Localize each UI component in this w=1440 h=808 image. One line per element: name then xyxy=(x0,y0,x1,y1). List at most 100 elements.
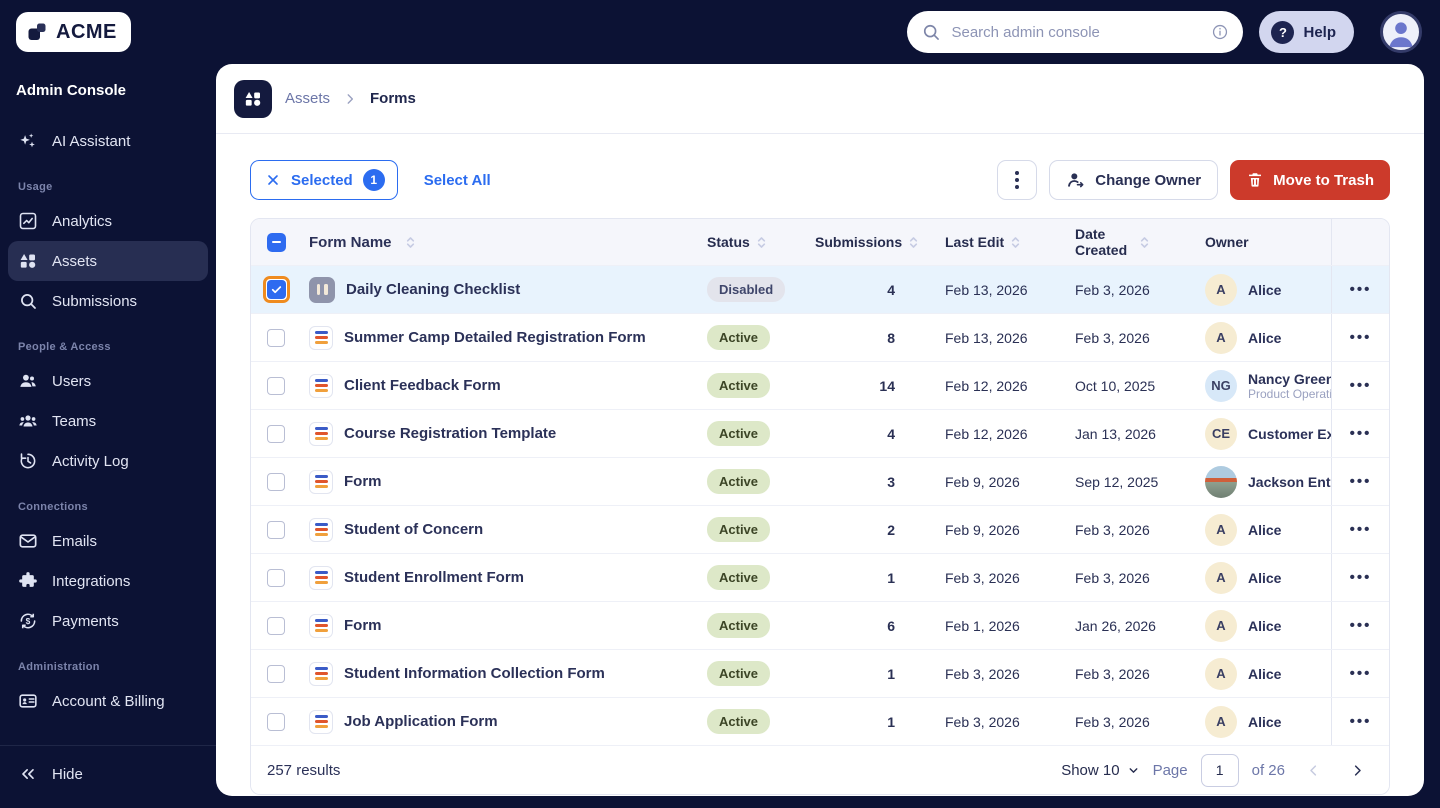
row-checkbox[interactable] xyxy=(267,568,285,587)
payment-icon: $ xyxy=(18,611,38,631)
puzzle-icon xyxy=(18,571,38,591)
row-actions-button[interactable]: ••• xyxy=(1350,426,1372,441)
form-name[interactable]: Student of Concern xyxy=(301,506,691,553)
form-name[interactable]: Daily Cleaning Checklist xyxy=(301,266,691,313)
row-checkbox[interactable] xyxy=(267,376,285,395)
sort-icon[interactable] xyxy=(906,235,921,250)
sidebar-item-account-billing[interactable]: Account & Billing xyxy=(8,681,208,721)
sidebar-item-label: Account & Billing xyxy=(52,692,165,710)
info-icon[interactable] xyxy=(1211,23,1229,41)
owner-cell: A Alice xyxy=(1191,650,1331,697)
sidebar-item-payments[interactable]: $ Payments xyxy=(8,601,208,641)
row-actions-button[interactable]: ••• xyxy=(1350,522,1372,537)
sidebar-item-activity-log[interactable]: Activity Log xyxy=(8,441,208,481)
owner-avatar: A xyxy=(1205,705,1237,738)
sidebar-item-integrations[interactable]: Integrations xyxy=(8,561,208,601)
owner-cell: A Alice xyxy=(1191,506,1331,553)
acme-logo[interactable]: ACME xyxy=(16,12,131,52)
previous-page-button[interactable] xyxy=(1298,763,1329,778)
status-badge: Active xyxy=(707,661,771,686)
topbar: ACME ? Help xyxy=(0,0,1440,64)
table-row: Form Active 6 Feb 1, 2026 Jan 26, 2026 A Alice… xyxy=(251,602,1389,650)
sort-icon[interactable] xyxy=(754,235,769,250)
trash-icon xyxy=(1246,171,1264,189)
row-checkbox[interactable] xyxy=(267,616,285,635)
nav-section-label: People & Access xyxy=(18,341,111,353)
app-root: ACME ? Help Admin Console AI Assistant Us… xyxy=(0,0,1440,808)
table-row: Student Enrollment Form Active 1 Feb 3, 202… xyxy=(251,554,1389,602)
table-row: Student of Concern Active 2 Feb 9, 2026 Feb … xyxy=(251,506,1389,554)
row-checkbox[interactable] xyxy=(267,520,285,539)
sidebar-item-assets[interactable]: Assets xyxy=(8,241,208,281)
results-count: 257 results xyxy=(267,761,341,779)
card-icon xyxy=(18,691,38,711)
sidebar-item-ai-assistant[interactable]: AI Assistant xyxy=(8,121,208,161)
change-owner-button[interactable]: Change Owner xyxy=(1049,160,1219,200)
owner-name: Jackson Enter xyxy=(1248,473,1331,490)
sidebar-hide-button[interactable]: Hide xyxy=(8,754,208,794)
table-row: Course Registration Template Active 4 Feb 1… xyxy=(251,410,1389,458)
table-header-row: Form Name Status Submissions Last Edit Date … xyxy=(251,219,1389,266)
owner-name: Customer Exp xyxy=(1248,425,1331,442)
users-icon xyxy=(18,371,38,391)
clear-selection-button[interactable]: Selected 1 xyxy=(250,160,398,200)
sidebar-item-label: Payments xyxy=(52,612,119,630)
sort-icon[interactable] xyxy=(1008,235,1023,250)
magnifier-icon xyxy=(18,291,38,311)
sort-icon[interactable] xyxy=(403,235,418,250)
sidebar-item-emails[interactable]: Emails xyxy=(8,521,208,561)
last-edit-date: Feb 3, 2026 xyxy=(945,713,1020,730)
row-actions-button[interactable]: ••• xyxy=(1350,570,1372,585)
row-actions-button[interactable]: ••• xyxy=(1350,618,1372,633)
form-name[interactable]: Student Information Collection Form xyxy=(301,650,691,697)
form-name[interactable]: Student Enrollment Form xyxy=(301,554,691,601)
sidebar-item-submissions[interactable]: Submissions xyxy=(8,281,208,321)
row-actions-button[interactable]: ••• xyxy=(1350,474,1372,489)
form-name[interactable]: Job Application Form xyxy=(301,698,691,745)
owner-name: Alice xyxy=(1248,617,1282,634)
submissions-count: 8 xyxy=(887,329,895,346)
more-actions-button[interactable] xyxy=(997,160,1038,200)
row-checkbox-checked[interactable] xyxy=(262,276,290,303)
form-name[interactable]: Summer Camp Detailed Registration Form xyxy=(301,314,691,361)
select-all-link[interactable]: Select All xyxy=(424,172,491,189)
sort-icon[interactable] xyxy=(1137,235,1152,250)
sidebar-item-teams[interactable]: Teams xyxy=(8,401,208,441)
row-actions-button[interactable]: ••• xyxy=(1350,282,1372,297)
show-label: Show 10 xyxy=(1061,761,1120,779)
move-to-trash-button[interactable]: Move to Trash xyxy=(1230,160,1390,200)
row-checkbox[interactable] xyxy=(267,664,285,683)
form-name[interactable]: Client Feedback Form xyxy=(301,362,691,409)
submissions-count: 1 xyxy=(887,665,895,682)
row-checkbox[interactable] xyxy=(267,328,285,347)
form-icon xyxy=(309,325,333,350)
help-button[interactable]: ? Help xyxy=(1259,11,1354,53)
user-avatar[interactable] xyxy=(1380,11,1422,53)
next-page-button[interactable] xyxy=(1342,763,1373,778)
row-checkbox[interactable] xyxy=(267,424,285,443)
sidebar-item-users[interactable]: Users xyxy=(8,361,208,401)
row-actions-button[interactable]: ••• xyxy=(1350,330,1372,345)
date-created: Jan 13, 2026 xyxy=(1075,425,1156,442)
row-checkbox[interactable] xyxy=(267,472,285,491)
nav-section-label: Connections xyxy=(18,501,88,513)
search-input[interactable] xyxy=(951,23,1202,41)
person-icon xyxy=(1389,22,1413,48)
row-actions-button[interactable]: ••• xyxy=(1350,666,1372,681)
row-actions-button[interactable]: ••• xyxy=(1350,378,1372,393)
row-actions-button[interactable]: ••• xyxy=(1350,714,1372,729)
column-header-last-edit: Last Edit xyxy=(921,219,1061,265)
breadcrumb-parent[interactable]: Assets xyxy=(285,90,330,107)
brand-name: ACME xyxy=(56,20,117,43)
pagination: Show 10 Page of 26 xyxy=(1061,753,1373,787)
row-checkbox[interactable] xyxy=(267,712,285,731)
show-per-page-select[interactable]: Show 10 xyxy=(1061,762,1139,779)
date-created: Feb 3, 2026 xyxy=(1075,329,1150,346)
form-name[interactable]: Form xyxy=(301,458,691,505)
form-name[interactable]: Form xyxy=(301,602,691,649)
sidebar-item-analytics[interactable]: Analytics xyxy=(8,201,208,241)
form-name[interactable]: Course Registration Template xyxy=(301,410,691,457)
page-number-input[interactable] xyxy=(1200,753,1239,787)
select-all-checkbox[interactable] xyxy=(266,232,286,252)
date-created: Sep 12, 2025 xyxy=(1075,473,1159,490)
